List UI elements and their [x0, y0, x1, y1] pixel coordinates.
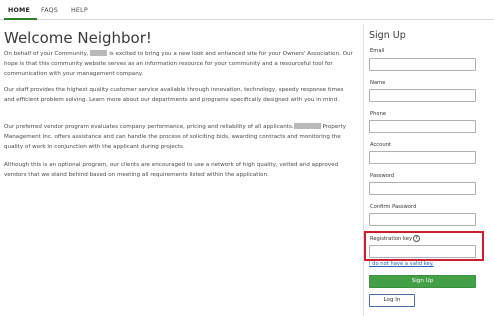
name-label: Name [370, 80, 386, 86]
no-valid-key-link[interactable]: I do not have a valid key. [369, 261, 434, 268]
redacted-block [293, 123, 321, 129]
confirm-password-field[interactable] [369, 213, 476, 226]
redacted-block [90, 50, 108, 56]
registration-key-label: Registration key [370, 236, 413, 242]
vendor-text-start: Our preferred vendor program evaluates c… [4, 124, 294, 130]
page-title: Welcome Neighbor! [4, 29, 152, 47]
staff-paragraph: Our staff provides the highest quality c… [4, 87, 344, 103]
email-field[interactable] [369, 58, 476, 71]
top-nav: HOME FAQS HELP [0, 0, 494, 20]
password-field[interactable] [369, 182, 476, 195]
account-label: Account [370, 142, 391, 148]
phone-field[interactable] [369, 120, 476, 133]
email-label: Email [370, 48, 385, 54]
account-field[interactable] [369, 151, 476, 164]
confirm-password-label: Confirm Password [370, 204, 417, 210]
registration-key-field[interactable] [369, 245, 476, 258]
login-button[interactable]: Log In [369, 294, 415, 307]
intro-text-start: On behalf of your Community, [4, 51, 89, 57]
password-label: Password [370, 173, 395, 179]
vendor-paragraph: Our preferred vendor program evaluates c… [4, 122, 354, 152]
nav-faqs[interactable]: FAQS [41, 7, 58, 15]
nav-active-indicator [4, 18, 37, 20]
name-field[interactable] [369, 89, 476, 102]
phone-label: Phone [370, 111, 387, 117]
nav-home[interactable]: HOME [8, 7, 30, 15]
optional-program-paragraph: Although this is an optional program, ou… [4, 162, 339, 178]
intro-paragraph: On behalf of your Community, is excited … [4, 49, 354, 79]
question-circle-icon[interactable]: ? [413, 235, 420, 242]
signup-title: Sign Up [369, 30, 406, 41]
signup-button[interactable]: Sign Up [369, 275, 476, 288]
nav-help[interactable]: HELP [71, 7, 88, 15]
